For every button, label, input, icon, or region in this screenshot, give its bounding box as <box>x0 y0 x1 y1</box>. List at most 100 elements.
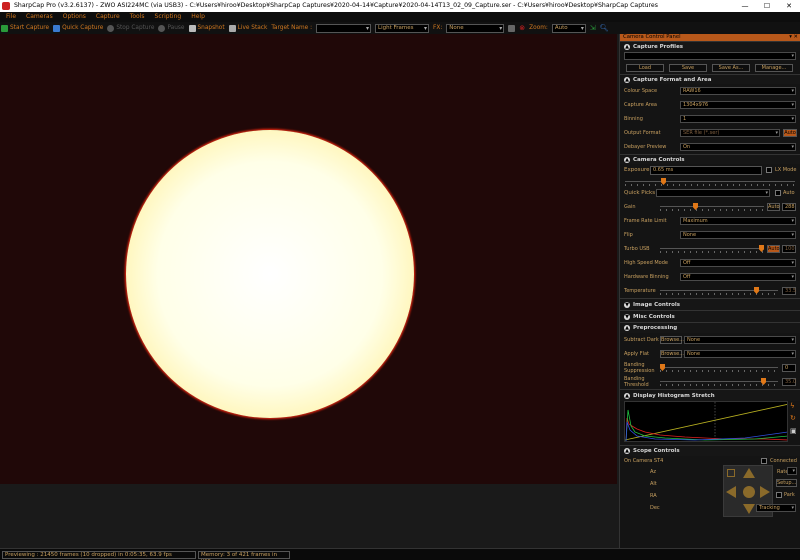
rate-select[interactable] <box>787 467 797 475</box>
capture-area-select[interactable]: 1304x976 <box>680 101 796 109</box>
fx-remove-icon[interactable]: ⊗ <box>519 24 525 32</box>
save-as-profile-button[interactable]: Save As... <box>712 64 750 72</box>
scope-controls-title: Scope Controls <box>633 448 680 454</box>
scope-controls-header[interactable]: ▲ Scope Controls <box>620 445 800 456</box>
maximize-button[interactable]: ☐ <box>756 0 778 12</box>
capture-format-header[interactable]: ▲ Capture Format and Area <box>620 74 800 84</box>
live-stack-button[interactable]: Live Stack <box>228 24 268 32</box>
menu-options[interactable]: Options <box>63 12 86 22</box>
magnifier-icon[interactable]: 🔍︎ <box>600 24 609 32</box>
fx-select[interactable]: None <box>446 23 505 33</box>
menu-help[interactable]: Help <box>191 12 205 22</box>
menu-scripting[interactable]: Scripting <box>155 12 182 22</box>
capture-profiles-header[interactable]: ▲ Capture Profiles <box>620 41 800 51</box>
frame-type-select[interactable]: Light Frames <box>375 23 430 33</box>
histogram-save-icon[interactable]: ▣ <box>790 427 798 435</box>
tracking-select[interactable]: Tracking <box>756 504 796 512</box>
temperature-value: 33.5 <box>782 287 796 295</box>
scope-setup-button[interactable]: Setup... <box>776 479 797 487</box>
minimize-button[interactable]: — <box>734 0 756 12</box>
zoom-select[interactable]: Auto <box>551 23 586 33</box>
debayer-preview-select[interactable]: On <box>680 143 796 151</box>
image-controls-title: Image Controls <box>633 301 681 308</box>
hardware-binning-select[interactable]: Off <box>680 273 796 281</box>
save-profile-button[interactable]: Save <box>669 64 707 72</box>
close-button[interactable]: ✕ <box>778 0 800 12</box>
solar-disc-image <box>126 130 414 418</box>
turbo-slider-track[interactable] <box>660 248 764 249</box>
menu-tools[interactable]: Tools <box>130 12 145 22</box>
flip-select[interactable]: None <box>680 231 796 239</box>
image-viewport[interactable] <box>0 34 617 484</box>
slew-config-icon[interactable] <box>727 469 735 477</box>
live-stack-label: Live Stack <box>237 25 268 31</box>
collapse-icon[interactable]: ▲ <box>624 43 630 50</box>
misc-controls-header[interactable]: ▼ Misc Controls <box>620 310 800 322</box>
subtract-dark-browse-button[interactable]: Browse... <box>660 336 684 344</box>
exposure-slider-track[interactable] <box>625 181 795 182</box>
banding-threshold-value[interactable]: 35.0 <box>782 378 796 386</box>
exposure-input[interactable]: 0.65 ms <box>650 166 762 175</box>
snapshot-button[interactable]: Snapshot <box>188 24 225 32</box>
collapse-icon[interactable]: ▲ <box>624 448 630 454</box>
manage-profiles-button[interactable]: Manage... <box>755 64 793 72</box>
quick-picks-select[interactable] <box>656 189 770 197</box>
turbo-value[interactable]: 100 <box>782 245 796 253</box>
exposure-auto-checkbox[interactable] <box>775 190 781 196</box>
collapse-icon[interactable]: ▲ <box>624 156 630 163</box>
camera-controls-header[interactable]: ▲ Camera Controls <box>620 154 800 164</box>
collapse-icon[interactable]: ▲ <box>624 392 630 399</box>
ra-label: RA <box>650 493 657 499</box>
apply-flat-browse-button[interactable]: Browse... <box>660 350 684 358</box>
load-profile-button[interactable]: Load <box>626 64 664 72</box>
pin-icon[interactable]: ▾ ✕ <box>789 34 798 41</box>
fx-settings-icon[interactable] <box>508 24 516 32</box>
gain-slider-track[interactable] <box>660 206 764 207</box>
collapse-icon[interactable]: ▲ <box>624 325 630 331</box>
start-capture-button[interactable]: Start Capture <box>1 24 49 32</box>
menu-capture[interactable]: Capture <box>96 12 120 22</box>
park-checkbox[interactable] <box>776 492 782 498</box>
subtract-dark-select[interactable]: None <box>684 336 796 344</box>
colour-space-select[interactable]: RAW16 <box>680 87 796 95</box>
gain-auto-button[interactable]: Auto <box>767 203 780 211</box>
histogram-reset-icon[interactable]: ↻ <box>790 414 798 422</box>
binning-select[interactable]: 1 <box>680 115 796 123</box>
histogram-header[interactable]: ▲ Display Histogram Stretch <box>620 389 800 401</box>
slew-west-arrow-icon[interactable] <box>726 486 736 498</box>
banding-suppression-track[interactable] <box>660 367 778 368</box>
gain-value[interactable]: 288 <box>782 203 796 211</box>
quick-capture-button[interactable]: Quick Capture <box>53 24 103 32</box>
menu-file[interactable]: File <box>6 12 16 22</box>
histogram-display[interactable] <box>624 401 788 442</box>
target-name-input[interactable] <box>316 23 372 33</box>
histogram-lightning-icon[interactable]: ϟ <box>790 402 798 410</box>
pause-label: Pause <box>167 25 185 31</box>
lx-mode-checkbox[interactable] <box>766 167 772 173</box>
slew-stop-icon[interactable] <box>743 486 755 498</box>
frame-rate-select[interactable]: Maximum <box>680 217 796 225</box>
high-speed-select[interactable]: Off <box>680 259 796 267</box>
preprocessing-header[interactable]: ▲ Preprocessing <box>620 322 800 333</box>
expand-icon[interactable]: ▼ <box>624 301 630 308</box>
slew-east-arrow-icon[interactable] <box>760 486 770 498</box>
image-controls-header[interactable]: ▼ Image Controls <box>620 298 800 310</box>
expand-icon[interactable]: ▼ <box>624 313 630 320</box>
profile-select[interactable] <box>624 52 796 60</box>
banding-threshold-track[interactable] <box>660 381 778 382</box>
stop-capture-button[interactable]: Stop Capture <box>107 24 154 32</box>
menu-cameras[interactable]: Cameras <box>26 12 53 22</box>
output-format-select[interactable]: SER file (*.ser) <box>680 129 780 137</box>
record-icon <box>1 24 8 32</box>
temperature-slider-ticks <box>660 293 778 295</box>
slew-north-arrow-icon[interactable] <box>743 468 755 478</box>
slew-south-arrow-icon[interactable] <box>743 504 755 514</box>
banding-suppression-value[interactable]: 0 <box>782 364 796 372</box>
pause-button[interactable]: Pause <box>158 24 185 32</box>
turbo-auto-button[interactable]: Auto <box>767 245 780 253</box>
zoom-fit-icon[interactable]: ⇲ <box>590 24 596 32</box>
collapse-icon[interactable]: ▲ <box>624 76 630 83</box>
connected-checkbox[interactable] <box>761 458 767 464</box>
apply-flat-select[interactable]: None <box>684 350 796 358</box>
output-auto-button[interactable]: Auto <box>783 129 797 137</box>
